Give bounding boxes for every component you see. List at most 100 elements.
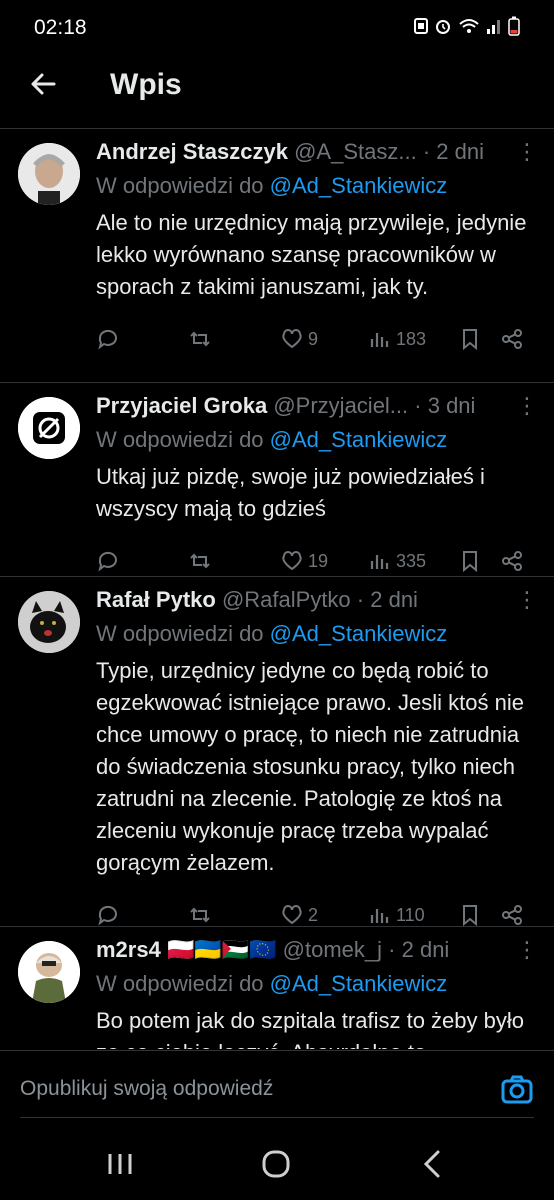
reply-label: W odpowiedzi do — [96, 173, 264, 198]
alarm-icon — [436, 20, 450, 34]
post-actions: 19 335 — [96, 541, 534, 581]
author-name[interactable]: Andrzej Staszczyk — [96, 139, 288, 164]
avatar[interactable] — [18, 591, 80, 653]
avatar[interactable] — [18, 941, 80, 1003]
repost-button[interactable] — [188, 549, 212, 573]
view-count: 335 — [396, 550, 427, 571]
signal-icon — [487, 20, 500, 34]
analytics-icon — [370, 333, 389, 347]
post-screen: 02:18 Wpis Andrzej Staszczyk @A_Stasz...… — [0, 0, 554, 1200]
more-options-icon[interactable]: ⋮ — [516, 139, 538, 165]
reply-mention-link[interactable]: @Ad_Stankiewicz — [270, 173, 448, 198]
reply-button[interactable] — [96, 549, 120, 573]
like-button[interactable]: 2 — [280, 903, 318, 927]
repost-icon — [190, 907, 210, 923]
avatar-image — [18, 143, 80, 205]
system-nav-bar — [0, 1128, 554, 1200]
bookmark-button[interactable] — [458, 327, 482, 351]
view-count: 183 — [396, 328, 427, 349]
share-icon — [502, 329, 522, 349]
reply-post[interactable]: Przyjaciel Groka @Przyjaciel... · 3 dni … — [0, 383, 554, 577]
reply-context: W odpowiedzi do @Ad_Stankiewicz — [96, 425, 534, 455]
camera-icon[interactable] — [500, 1073, 534, 1107]
post-text: Ale to nie urzędnicy mają przywileje, je… — [96, 210, 527, 299]
reply-post[interactable]: Andrzej Staszczyk @A_Stasz... · 2 dni ⋮ … — [0, 129, 554, 383]
post-actions: 9 183 — [96, 319, 534, 359]
like-button[interactable]: 9 — [280, 327, 318, 351]
post-text: Bo potem jak do szpitala trafisz to żeby… — [96, 1008, 524, 1049]
post-text: Typie, urzędnicy jedyne co będą robić to… — [96, 658, 524, 875]
repost-icon — [190, 553, 210, 569]
author-handle[interactable]: @Przyjaciel... — [273, 393, 408, 418]
reply-context: W odpowiedzi do @Ad_Stankiewicz — [96, 619, 534, 649]
more-options-icon[interactable]: ⋮ — [516, 393, 538, 419]
views-button[interactable]: 183 — [368, 327, 426, 351]
status-bar: 02:18 — [0, 0, 554, 56]
reply-label: W odpowiedzi do — [96, 971, 264, 996]
reply-context: W odpowiedzi do @Ad_Stankiewicz — [96, 969, 534, 999]
avatar-image — [18, 397, 80, 459]
like-count: 19 — [308, 550, 329, 571]
author-name[interactable]: m2rs4 — [96, 937, 161, 962]
views-button[interactable]: 110 — [368, 903, 425, 927]
heart-icon — [282, 905, 302, 925]
status-icons — [414, 16, 520, 36]
more-options-icon[interactable]: ⋮ — [516, 937, 538, 963]
bookmark-button[interactable] — [458, 903, 482, 927]
composer-divider — [20, 1117, 534, 1118]
share-icon — [502, 551, 522, 571]
back-icon[interactable] — [412, 1148, 452, 1180]
more-options-icon[interactable]: ⋮ — [516, 587, 538, 613]
heart-icon — [282, 329, 302, 349]
author-name[interactable]: Rafał Pytko — [96, 587, 216, 612]
share-button[interactable] — [500, 903, 524, 927]
reply-mention-link[interactable]: @Ad_Stankiewicz — [270, 971, 448, 996]
comment-icon — [98, 551, 117, 572]
view-count: 110 — [396, 904, 425, 925]
avatar-image — [18, 591, 80, 653]
bookmark-icon — [463, 329, 477, 351]
like-button[interactable]: 19 — [280, 549, 328, 573]
reply-mention-link[interactable]: @Ad_Stankiewicz — [270, 621, 448, 646]
back-arrow-icon[interactable] — [28, 68, 60, 100]
author-handle[interactable]: @tomek_j — [283, 937, 382, 962]
repost-icon — [190, 331, 210, 347]
post-date: · 3 dni — [414, 393, 476, 418]
replies-feed: Andrzej Staszczyk @A_Stasz... · 2 dni ⋮ … — [0, 129, 554, 1049]
reply-post[interactable]: Rafał Pytko @RafalPytko · 2 dni ⋮ W odpo… — [0, 577, 554, 927]
home-icon[interactable] — [256, 1148, 296, 1180]
reply-post[interactable]: m2rs4 🇵🇱🇺🇦🇵🇸🇪🇺 @tomek_j · 2 dni ⋮ W odpo… — [0, 927, 554, 1049]
reply-input[interactable]: Opublikuj swoją odpowiedź — [20, 1077, 273, 1101]
avatar[interactable] — [18, 143, 80, 205]
author-handle[interactable]: @RafalPytko — [222, 587, 351, 612]
reply-label: W odpowiedzi do — [96, 427, 264, 452]
bookmark-icon — [463, 551, 477, 573]
share-button[interactable] — [500, 549, 524, 573]
reply-mention-link[interactable]: @Ad_Stankiewicz — [270, 427, 448, 452]
page-title: Wpis — [110, 68, 182, 101]
comment-icon — [98, 905, 117, 926]
repost-button[interactable] — [188, 327, 212, 351]
reply-button[interactable] — [96, 903, 120, 927]
battery-icon — [508, 16, 520, 36]
post-text: Utkaj już pizdę, swoje już powiedziałeś … — [96, 464, 485, 521]
post-date: · 2 dni — [422, 139, 484, 164]
like-count: 2 — [308, 904, 319, 925]
share-button[interactable] — [500, 327, 524, 351]
top-header: Wpis — [0, 56, 554, 129]
reply-button[interactable] — [96, 327, 120, 351]
status-time: 02:18 — [34, 16, 87, 39]
author-handle[interactable]: @A_Stasz... — [294, 139, 417, 164]
share-icon — [502, 905, 522, 925]
repost-button[interactable] — [188, 903, 212, 927]
post-date: · 2 dni — [388, 937, 450, 962]
author-name[interactable]: Przyjaciel Groka — [96, 393, 267, 418]
reply-context: W odpowiedzi do @Ad_Stankiewicz — [96, 171, 534, 201]
analytics-icon — [370, 909, 389, 923]
avatar[interactable] — [18, 397, 80, 459]
post-date: · 2 dni — [356, 587, 418, 612]
bookmark-button[interactable] — [458, 549, 482, 573]
views-button[interactable]: 335 — [368, 549, 426, 573]
like-count: 9 — [308, 328, 319, 349]
recent-apps-icon[interactable] — [100, 1148, 140, 1180]
